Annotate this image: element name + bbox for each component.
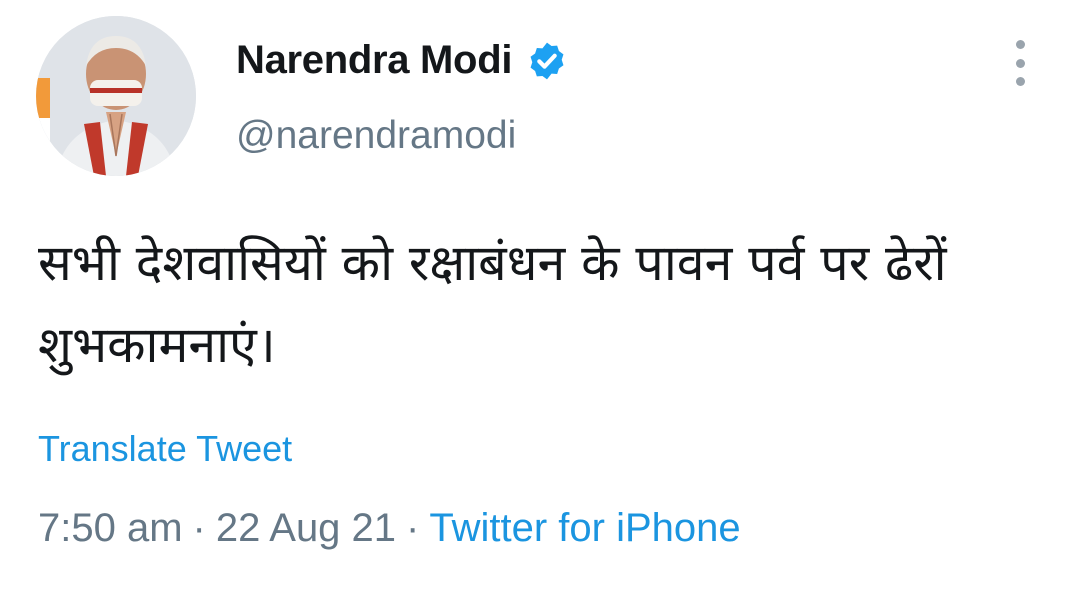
author-handle[interactable]: @narendramodi	[236, 114, 516, 158]
tweet-metadata: 7:50 am · 22 Aug 21 · Twitter for iPhone	[38, 506, 741, 551]
more-dot	[1015, 58, 1025, 68]
translate-tweet-link[interactable]: Translate Tweet	[38, 428, 292, 470]
author-display-name[interactable]: Narendra Modi	[236, 38, 568, 83]
more-dot	[1015, 40, 1025, 49]
avatar[interactable]	[36, 16, 196, 176]
tweet-text: सभी देशवासियों को रक्षाबंधन के पावन पर्व…	[38, 234, 947, 374]
author-name-text: Narendra Modi	[236, 38, 513, 82]
tweet-source-link[interactable]: Twitter for iPhone	[429, 506, 740, 550]
tweet-date: 22 Aug 21	[215, 506, 397, 550]
tweet-time: 7:50 am	[38, 506, 183, 550]
avatar-photo	[36, 16, 196, 176]
meta-separator: ·	[192, 506, 206, 550]
verified-badge-icon	[526, 40, 568, 82]
more-dot	[1015, 77, 1025, 86]
meta-separator: ·	[406, 506, 420, 550]
more-vertical-icon[interactable]	[1005, 40, 1035, 86]
